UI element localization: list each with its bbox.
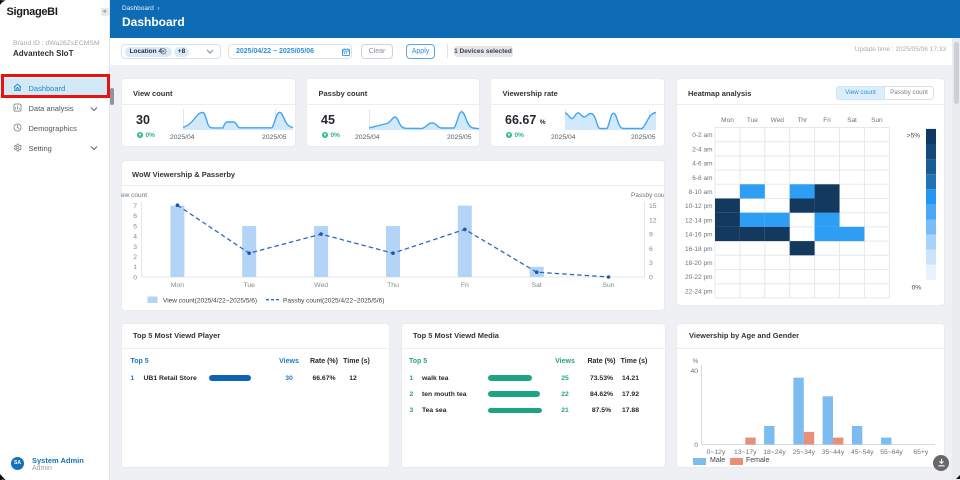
svg-text:1: 1 — [133, 264, 137, 271]
svg-text:>5%: >5% — [907, 133, 920, 140]
svg-text:2: 2 — [133, 254, 137, 261]
svg-text:15: 15 — [649, 203, 657, 210]
svg-text:Mon: Mon — [171, 282, 184, 289]
svg-text:2-4 am: 2-4 am — [692, 146, 712, 153]
svg-text:Thu: Thu — [387, 282, 399, 289]
svg-text:12-14 pm: 12-14 pm — [685, 217, 712, 224]
svg-text:22-24 pm: 22-24 pm — [685, 288, 712, 295]
svg-text:Thr: Thr — [797, 117, 808, 124]
svg-text:3: 3 — [649, 260, 653, 267]
svg-text:Tue: Tue — [243, 282, 255, 289]
svg-text:0: 0 — [133, 274, 137, 281]
svg-text:Sat: Sat — [847, 117, 857, 124]
svg-text:Fri: Fri — [461, 282, 469, 289]
svg-text:Sun: Sun — [602, 282, 614, 289]
svg-text:20-22 pm: 20-22 pm — [685, 274, 712, 281]
svg-text:Passby count(2025/4/22~2025/5/: Passby count(2025/4/22~2025/5/6) — [283, 298, 384, 305]
svg-text:0%: 0% — [912, 285, 922, 292]
svg-text:4-6 am: 4-6 am — [692, 161, 712, 168]
svg-text:18-20 pm: 18-20 pm — [685, 260, 712, 267]
svg-text:6: 6 — [649, 246, 653, 253]
svg-text:13~17y: 13~17y — [734, 449, 757, 456]
svg-text:Sat: Sat — [532, 282, 542, 289]
svg-text:ew count: ew count — [121, 192, 147, 199]
svg-text:Wed: Wed — [314, 282, 328, 289]
svg-text:35~44y: 35~44y — [821, 449, 844, 456]
svg-text:0: 0 — [694, 442, 698, 449]
svg-text:10-12 pm: 10-12 pm — [685, 203, 712, 210]
svg-text:25~34y: 25~34y — [792, 449, 815, 456]
svg-text:View count(2025/4/22~2025/5/6): View count(2025/4/22~2025/5/6) — [163, 298, 257, 305]
svg-text:65+y: 65+y — [913, 449, 929, 456]
svg-text:9: 9 — [649, 232, 653, 239]
svg-text:3: 3 — [133, 244, 137, 251]
svg-text:55~64y: 55~64y — [880, 449, 903, 456]
svg-text:4: 4 — [133, 234, 137, 241]
svg-text:12: 12 — [649, 217, 657, 224]
svg-text:Fri: Fri — [823, 117, 831, 124]
svg-text:0~12y: 0~12y — [706, 449, 725, 456]
svg-text:0-2 am: 0-2 am — [692, 132, 712, 139]
svg-text:0: 0 — [649, 274, 653, 281]
svg-text:8-10 am: 8-10 am — [689, 189, 713, 196]
svg-text:45~54y: 45~54y — [851, 449, 874, 456]
svg-text:Mon: Mon — [721, 117, 734, 124]
svg-text:7: 7 — [133, 203, 137, 210]
svg-text:6: 6 — [133, 213, 137, 220]
svg-text:Sun: Sun — [871, 117, 883, 124]
svg-text:Passby cou: Passby cou — [631, 192, 664, 199]
svg-text:5: 5 — [133, 223, 137, 230]
svg-text:Wed: Wed — [771, 117, 785, 124]
svg-text:18~24y: 18~24y — [763, 449, 786, 456]
svg-text:%: % — [692, 358, 698, 365]
svg-text:16-18 pm: 16-18 pm — [685, 246, 712, 253]
svg-text:14-16 pm: 14-16 pm — [685, 232, 712, 239]
svg-text:40: 40 — [690, 368, 698, 375]
svg-text:Tue: Tue — [747, 117, 758, 124]
svg-text:6-8 am: 6-8 am — [692, 175, 712, 182]
